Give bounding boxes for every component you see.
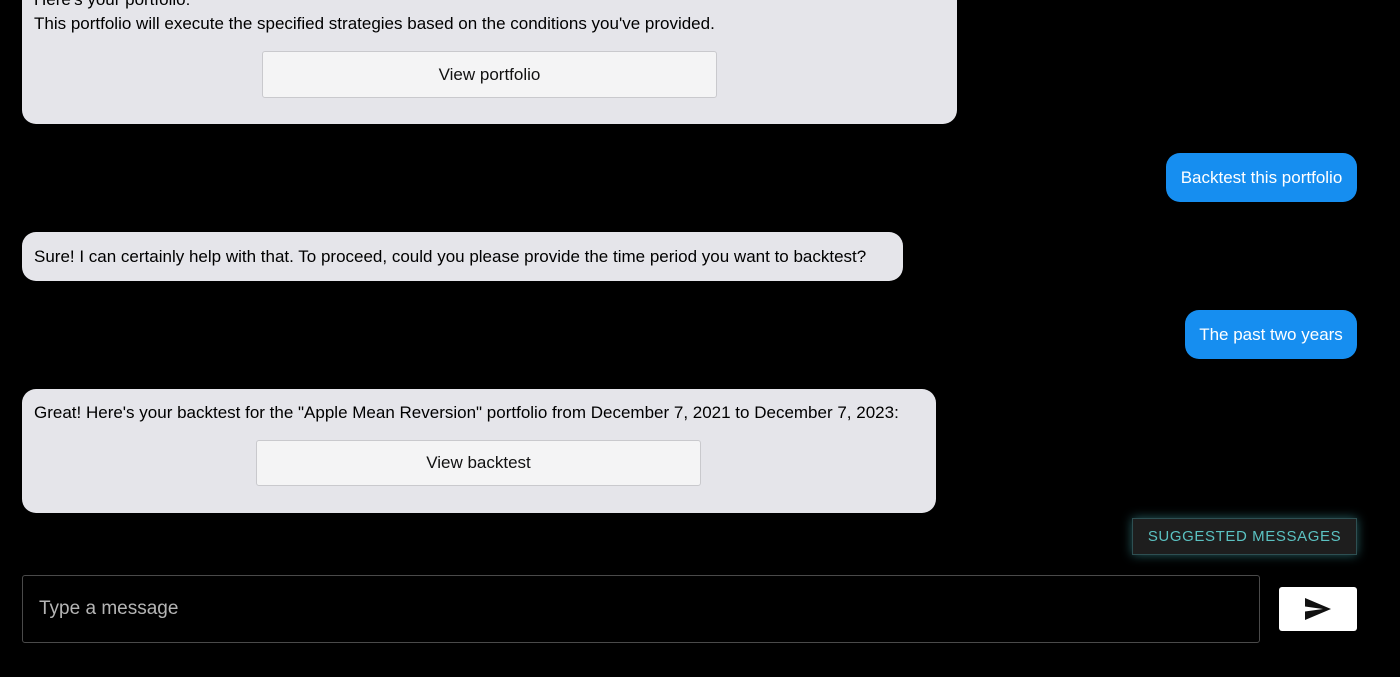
- bot-message: Here's your portfolio: This portfolio wi…: [22, 0, 957, 124]
- message-text: This portfolio will execute the specifie…: [34, 14, 715, 33]
- view-portfolio-button[interactable]: View portfolio: [262, 51, 717, 98]
- send-icon: [1305, 598, 1331, 620]
- view-backtest-button[interactable]: View backtest: [256, 440, 701, 486]
- message-text: Here's your portfolio:: [34, 0, 190, 12]
- message-text: Great! Here's your backtest for the "App…: [34, 403, 899, 422]
- message-text: The past two years: [1199, 324, 1343, 344]
- user-message: The past two years: [1185, 310, 1357, 359]
- bot-message: Great! Here's your backtest for the "App…: [22, 389, 936, 513]
- chat-window: Here's your portfolio: This portfolio wi…: [0, 0, 1400, 677]
- bot-message: Sure! I can certainly help with that. To…: [22, 232, 903, 281]
- suggested-messages-button[interactable]: SUGGESTED MESSAGES: [1132, 518, 1357, 555]
- message-text: Sure! I can certainly help with that. To…: [34, 246, 867, 266]
- user-message: Backtest this portfolio: [1166, 153, 1357, 202]
- message-input[interactable]: [22, 575, 1260, 643]
- send-button[interactable]: [1279, 587, 1357, 631]
- message-text: Backtest this portfolio: [1180, 167, 1343, 187]
